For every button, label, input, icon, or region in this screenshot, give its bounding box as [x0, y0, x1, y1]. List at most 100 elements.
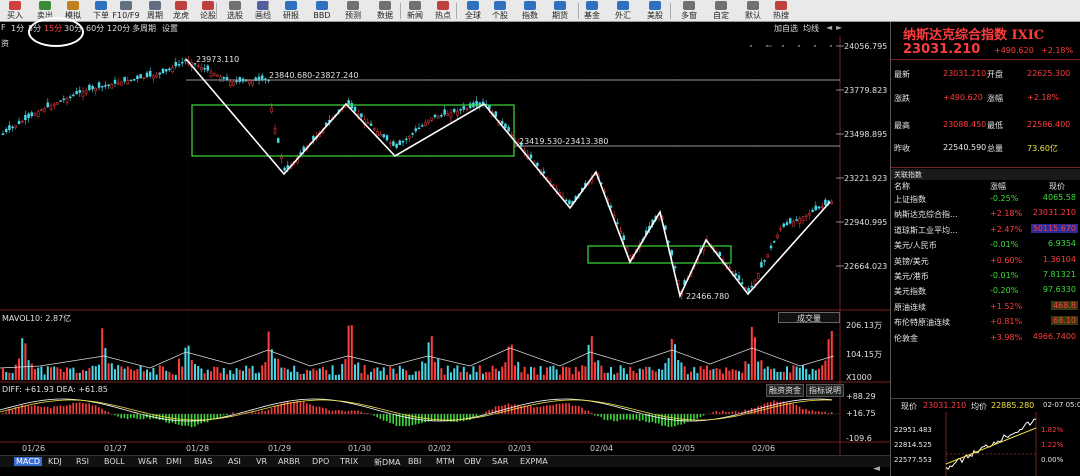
indicator-tab-vr[interactable]: VR	[256, 457, 267, 466]
volume-bar	[43, 374, 46, 380]
indicator-tab-macd[interactable]: MACD	[14, 457, 42, 466]
volume-bar	[229, 370, 232, 380]
toolbar-discuss-button[interactable]: 论股	[193, 0, 223, 22]
indicator-tab-kdj[interactable]: KDJ	[48, 457, 62, 466]
toolbar-label: 买入	[7, 11, 23, 20]
toolbar-label: 外汇	[615, 11, 631, 20]
mini-pct-tick: 1.22%	[1041, 441, 1064, 449]
candle-body	[94, 88, 98, 91]
indicator-tab-rsi[interactable]: RSI	[76, 457, 89, 466]
toolbar-hotspot-button[interactable]: 热点	[428, 0, 458, 22]
toolbar-multi-window-button[interactable]: 多窗	[674, 0, 704, 22]
toolbar-fund-button[interactable]: 基金	[577, 0, 607, 22]
ma-button[interactable]: 均线	[803, 23, 819, 34]
volume-bar	[18, 358, 20, 380]
related-row[interactable]: 上证指数 -0.25% 4065.58	[891, 193, 1080, 205]
toolbar-stock-picker-button[interactable]: 选股	[220, 0, 250, 22]
volume-bar	[789, 372, 792, 380]
candle-body	[747, 287, 750, 292]
margin-funds-button[interactable]: 融资资金	[766, 384, 804, 397]
volume-bar	[613, 374, 616, 380]
toolbar-forecast-button[interactable]: 预测	[338, 0, 368, 22]
indicator-tab-trix[interactable]: TRIX	[340, 457, 358, 466]
indicator-tab-obv[interactable]: OBV	[464, 457, 481, 466]
toolbar-dragon-tiger-button[interactable]: 龙虎	[166, 0, 196, 22]
indicator-tab-dma[interactable]: 新DMA	[374, 457, 401, 468]
related-row[interactable]: 纳斯达克综合指... +2.18% 23031.210	[891, 208, 1080, 220]
indicator-tab-sar[interactable]: SAR	[492, 457, 508, 466]
toolbar-research-button[interactable]: 研报	[276, 0, 306, 22]
volume-bar	[539, 366, 542, 380]
indicator-tab-wr[interactable]: W&R	[138, 457, 158, 466]
macd-bar	[683, 414, 686, 424]
volume-bar	[504, 362, 507, 380]
volume-indicator-select[interactable]: 成交量	[778, 312, 840, 323]
toolbar-hot-search-button[interactable]: 热搜	[766, 0, 796, 22]
prev-button[interactable]: ◄	[826, 23, 832, 32]
indicator-tab-bbi[interactable]: BBI	[408, 457, 421, 466]
period-1m[interactable]: 1分	[11, 23, 24, 34]
related-row[interactable]: 美元指数 -0.20% 97.6330	[891, 285, 1080, 297]
related-row[interactable]: 原油连续 +1.52% 468.8	[891, 300, 1080, 313]
indicator-tab-mtm[interactable]: MTM	[436, 457, 455, 466]
indicator-tab-bias[interactable]: BIAS	[194, 457, 212, 466]
toolbar-label: 画线	[255, 11, 271, 20]
indicator-help-button[interactable]: 指标说明	[806, 384, 844, 397]
related-row[interactable]: 布伦特原油连续 +0.81% 68.10	[891, 316, 1080, 328]
indicator-tab-dmi[interactable]: DMI	[166, 457, 181, 466]
volume-bar	[680, 362, 683, 380]
mini-now-value: 23031.210	[923, 401, 967, 410]
candle-body	[46, 102, 50, 108]
period-120m[interactable]: 120分	[107, 23, 130, 34]
indicator-tab-expma[interactable]: EXPMA	[520, 457, 548, 466]
period-multi[interactable]: 多周期	[132, 23, 156, 34]
scroll-right-icon[interactable]: ◄	[873, 464, 880, 474]
candle-body	[81, 91, 85, 97]
macd-bar	[306, 403, 308, 414]
candle-body	[91, 86, 94, 90]
toolbar-f10-button[interactable]: F10/F9	[111, 0, 141, 22]
macd-scale: +88.29	[846, 392, 876, 401]
related-row[interactable]: 美元/人民币 -0.01% 6.9354	[891, 239, 1080, 251]
toolbar-bbd-button[interactable]: BBD	[307, 0, 337, 22]
toolbar-news-button[interactable]: 新闻	[400, 0, 430, 22]
next-button[interactable]: ►	[836, 23, 842, 32]
macd-bar	[552, 405, 554, 414]
related-row[interactable]: 伦敦金 +3.98% 4966.7400	[891, 332, 1080, 344]
volume-bar	[542, 374, 545, 380]
indicator-tab-asi[interactable]: ASI	[228, 457, 241, 466]
macd-bar	[616, 414, 618, 422]
volume-bar	[562, 366, 564, 380]
toolbar-buy-button[interactable]: 买入	[0, 0, 30, 22]
toolbar-futures-button[interactable]: 期货	[545, 0, 575, 22]
volume-bar	[341, 364, 344, 380]
period-60m[interactable]: 60分	[86, 23, 104, 34]
volume-bar	[181, 366, 184, 380]
macd-bar	[526, 406, 529, 414]
indicator-tab-dpo[interactable]: DPO	[312, 457, 329, 466]
toolbar-custom-button[interactable]: 自定	[706, 0, 736, 22]
toolbar-forex-button[interactable]: 外汇	[608, 0, 638, 22]
add-watchlist-button[interactable]: 加自选	[774, 23, 798, 34]
macd-bar	[578, 406, 580, 414]
volume-bar	[24, 343, 27, 380]
toolbar-globe-button[interactable]: 全球	[458, 0, 488, 22]
toolbar-draw-line-button[interactable]: 画线	[248, 0, 278, 22]
macd-bar	[197, 414, 199, 425]
related-row[interactable]: 英镑/美元 +0.60% 1.36104	[891, 255, 1080, 267]
volume-bar	[760, 360, 763, 380]
indicator-tab-boll[interactable]: BOLL	[104, 457, 125, 466]
period-settings[interactable]: 设置	[162, 23, 178, 34]
volume-bar	[619, 365, 622, 380]
candle-body	[756, 273, 760, 279]
toolbar-us-stock-button[interactable]: 美股	[640, 0, 670, 22]
related-row[interactable]: 美元/港币 -0.01% 7.81321	[891, 270, 1080, 282]
toolbar-data-button[interactable]: 数据	[370, 0, 400, 22]
toolbar-stock-button[interactable]: 个股	[485, 0, 515, 22]
toolbar-default-button[interactable]: 默认	[738, 0, 768, 22]
kline-chart[interactable]	[0, 36, 890, 456]
volume-bar	[222, 368, 225, 380]
indicator-tab-arbr[interactable]: ARBR	[278, 457, 300, 466]
related-row[interactable]: 道琼斯工业平均... +2.47% 50115.670	[891, 223, 1080, 236]
toolbar-index-button[interactable]: 指数	[515, 0, 545, 22]
